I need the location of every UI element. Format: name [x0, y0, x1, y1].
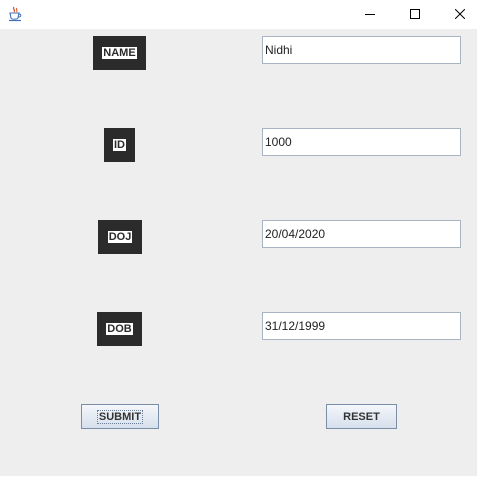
maximize-button[interactable] — [392, 0, 438, 29]
doj-label-text: DOJ — [107, 231, 133, 243]
close-button[interactable] — [437, 0, 477, 29]
java-cup-icon[interactable] — [7, 6, 23, 22]
submit-button[interactable]: SUBMIT — [81, 404, 159, 429]
reset-button[interactable]: RESET — [326, 404, 397, 429]
dob-field[interactable] — [262, 312, 461, 340]
form-panel — [0, 29, 477, 477]
name-label-text: NAME — [102, 47, 137, 59]
id-label: ID — [104, 128, 135, 162]
dob-label-text: DOB — [106, 323, 133, 335]
doj-field[interactable] — [262, 220, 461, 248]
name-label: NAME — [93, 36, 146, 70]
name-field[interactable] — [262, 36, 461, 64]
maximize-icon — [410, 9, 420, 19]
id-field[interactable] — [262, 128, 461, 156]
title-bar — [0, 0, 477, 29]
reset-button-label: RESET — [343, 410, 380, 423]
close-icon — [455, 9, 465, 19]
submit-button-label: SUBMIT — [96, 409, 144, 424]
id-label-text: ID — [113, 139, 126, 151]
minimize-button[interactable] — [347, 0, 393, 29]
app-window: NAME ID DOJ DOB SUBMIT RESET — [0, 0, 477, 477]
minimize-icon — [365, 14, 375, 15]
doj-label: DOJ — [98, 220, 142, 254]
dob-label: DOB — [97, 312, 142, 346]
